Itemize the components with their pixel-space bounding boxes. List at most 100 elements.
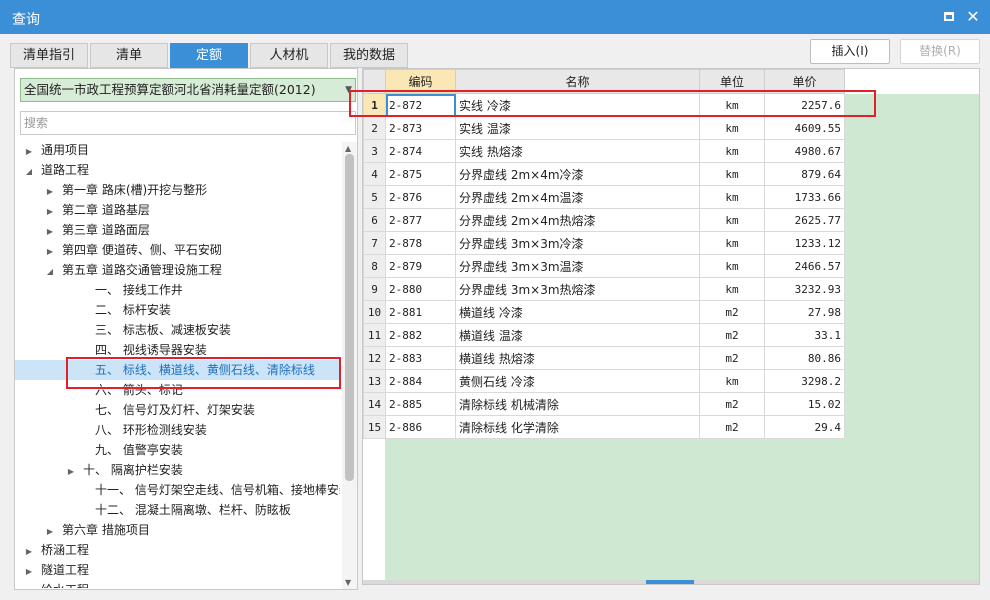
- scroll-down-icon[interactable]: ▼: [345, 578, 351, 587]
- column-header-name[interactable]: 名称: [455, 69, 700, 94]
- cell-code[interactable]: 2-874: [385, 139, 456, 163]
- table-row[interactable]: 3 2-874 实线 热熔漆 km 4980.67: [363, 139, 845, 163]
- tree-item[interactable]: ▶ 第四章 便道砖、侧、平石安砌: [15, 240, 340, 260]
- table-row[interactable]: 6 2-877 分界虚线 2m×4m热熔漆 km 2625.77: [363, 208, 845, 232]
- cell-price[interactable]: 4980.67: [764, 139, 845, 163]
- cell-code[interactable]: 2-881: [385, 300, 456, 324]
- insert-button[interactable]: 插入(I): [810, 39, 890, 64]
- cell-unit[interactable]: km: [699, 369, 765, 393]
- cell-code[interactable]: 2-875: [385, 162, 456, 186]
- cell-code[interactable]: 2-873: [385, 116, 456, 140]
- cell-name[interactable]: 清除标线 机械清除: [455, 392, 700, 416]
- table-row[interactable]: 2 2-873 实线 温漆 km 4609.55: [363, 116, 845, 140]
- collapse-icon[interactable]: ◢: [44, 262, 56, 282]
- tab-labor-material[interactable]: 人材机: [250, 43, 328, 68]
- table-row[interactable]: 13 2-884 黄侧石线 冷漆 km 3298.2: [363, 369, 845, 393]
- table-row[interactable]: 9 2-880 分界虚线 3m×3m热熔漆 km 3232.93: [363, 277, 845, 301]
- cell-price[interactable]: 2257.6: [764, 93, 845, 117]
- cell-name[interactable]: 实线 温漆: [455, 116, 700, 140]
- cell-code[interactable]: 2-876: [385, 185, 456, 209]
- cell-price[interactable]: 2466.57: [764, 254, 845, 278]
- close-icon[interactable]: ✕: [964, 8, 982, 26]
- cell-name[interactable]: 分界虚线 3m×3m温漆: [455, 254, 700, 278]
- cell-name[interactable]: 分界虚线 2m×4m冷漆: [455, 162, 700, 186]
- tree-item[interactable]: 二、 标杆安装: [15, 300, 340, 320]
- expand-icon[interactable]: ▶: [44, 222, 56, 242]
- expand-icon[interactable]: ▶: [44, 242, 56, 262]
- cell-code[interactable]: 2-879: [385, 254, 456, 278]
- cell-code[interactable]: 2-872: [385, 93, 456, 117]
- search-input[interactable]: [20, 111, 356, 135]
- column-header-price[interactable]: 单价: [764, 69, 845, 94]
- cell-price[interactable]: 29.4: [764, 415, 845, 439]
- tree-item[interactable]: 六、 箭头、标记: [15, 380, 340, 400]
- scroll-up-icon[interactable]: ▲: [345, 144, 351, 153]
- cell-code[interactable]: 2-884: [385, 369, 456, 393]
- cell-price[interactable]: 3232.93: [764, 277, 845, 301]
- cell-price[interactable]: 2625.77: [764, 208, 845, 232]
- tab-bill-guide[interactable]: 清单指引: [10, 43, 88, 68]
- table-row[interactable]: 15 2-886 清除标线 化学清除 m2 29.4: [363, 415, 845, 439]
- cell-unit[interactable]: km: [699, 93, 765, 117]
- cell-code[interactable]: 2-883: [385, 346, 456, 370]
- tree-item[interactable]: 八、 环形检测线安装: [15, 420, 340, 440]
- cell-unit[interactable]: m2: [699, 323, 765, 347]
- tree-item[interactable]: 五、 标线、横道线、黄侧石线、清除标线: [15, 360, 340, 380]
- tree-item[interactable]: ▶ 隧道工程: [15, 560, 340, 580]
- cell-code[interactable]: 2-880: [385, 277, 456, 301]
- tree-item[interactable]: ▶ 十、 隔离护栏安装: [15, 460, 340, 480]
- tree-item[interactable]: 七、 信号灯及灯杆、灯架安装: [15, 400, 340, 420]
- cell-code[interactable]: 2-885: [385, 392, 456, 416]
- cell-price[interactable]: 80.86: [764, 346, 845, 370]
- cell-unit[interactable]: km: [699, 116, 765, 140]
- cell-price[interactable]: 879.64: [764, 162, 845, 186]
- expand-icon[interactable]: ▶: [23, 142, 35, 162]
- tree-item[interactable]: 一、 接线工作井: [15, 280, 340, 300]
- tree-item[interactable]: ▶给水工程: [15, 580, 340, 588]
- tab-my-data[interactable]: 我的数据: [330, 43, 408, 68]
- cell-price[interactable]: 15.02: [764, 392, 845, 416]
- cell-name[interactable]: 黄侧石线 冷漆: [455, 369, 700, 393]
- table-row[interactable]: 10 2-881 横道线 冷漆 m2 27.98: [363, 300, 845, 324]
- cell-code[interactable]: 2-882: [385, 323, 456, 347]
- tree-item[interactable]: ▶ 第三章 道路面层: [15, 220, 340, 240]
- cell-name[interactable]: 分界虚线 3m×3m冷漆: [455, 231, 700, 255]
- cell-unit[interactable]: m2: [699, 300, 765, 324]
- cell-name[interactable]: 清除标线 化学清除: [455, 415, 700, 439]
- table-row[interactable]: 14 2-885 清除标线 机械清除 m2 15.02: [363, 392, 845, 416]
- cell-name[interactable]: 实线 热熔漆: [455, 139, 700, 163]
- tree-item[interactable]: 三、 标志板、减速板安装: [15, 320, 340, 340]
- tree-item[interactable]: ▶ 第六章 措施项目: [15, 520, 340, 540]
- table-row[interactable]: 11 2-882 横道线 温漆 m2 33.1: [363, 323, 845, 347]
- cell-name[interactable]: 横道线 热熔漆: [455, 346, 700, 370]
- cell-price[interactable]: 1733.66: [764, 185, 845, 209]
- tree-item[interactable]: ▶ 第一章 路床(槽)开挖与整形: [15, 180, 340, 200]
- cell-unit[interactable]: km: [699, 254, 765, 278]
- table-row[interactable]: 7 2-878 分界虚线 3m×3m冷漆 km 1233.12: [363, 231, 845, 255]
- table-row[interactable]: 12 2-883 横道线 热熔漆 m2 80.86: [363, 346, 845, 370]
- cell-name[interactable]: 分界虚线 2m×4m温漆: [455, 185, 700, 209]
- cell-price[interactable]: 4609.55: [764, 116, 845, 140]
- cell-unit[interactable]: km: [699, 208, 765, 232]
- cell-unit[interactable]: km: [699, 277, 765, 301]
- expand-icon[interactable]: ▶: [44, 202, 56, 222]
- cell-unit[interactable]: km: [699, 231, 765, 255]
- tab-quota[interactable]: 定额: [170, 43, 248, 68]
- cell-price[interactable]: 3298.2: [764, 369, 845, 393]
- tree-item[interactable]: ▶ 第二章 道路基层: [15, 200, 340, 220]
- table-row[interactable]: 1 2-872 实线 冷漆 km 2257.6: [363, 93, 845, 117]
- tab-bill[interactable]: 清单: [90, 43, 168, 68]
- expand-icon[interactable]: ▶: [44, 182, 56, 202]
- tree-item[interactable]: 十二、 混凝土隔离墩、栏杆、防眩板: [15, 500, 340, 520]
- cell-unit[interactable]: km: [699, 139, 765, 163]
- expand-icon[interactable]: ▶: [23, 582, 35, 588]
- cell-code[interactable]: 2-886: [385, 415, 456, 439]
- table-row[interactable]: 4 2-875 分界虚线 2m×4m冷漆 km 879.64: [363, 162, 845, 186]
- cell-unit[interactable]: m2: [699, 415, 765, 439]
- cell-price[interactable]: 33.1: [764, 323, 845, 347]
- cell-unit[interactable]: m2: [699, 346, 765, 370]
- quota-library-select[interactable]: 全国统一市政工程预算定额河北省消耗量定额(2012) ▼: [20, 78, 356, 102]
- tree-item[interactable]: ◢ 第五章 道路交通管理设施工程: [15, 260, 340, 280]
- replace-button[interactable]: 替换(R): [900, 39, 980, 64]
- tree-item[interactable]: 十一、 信号灯架空走线、信号机箱、接地棒安装: [15, 480, 340, 500]
